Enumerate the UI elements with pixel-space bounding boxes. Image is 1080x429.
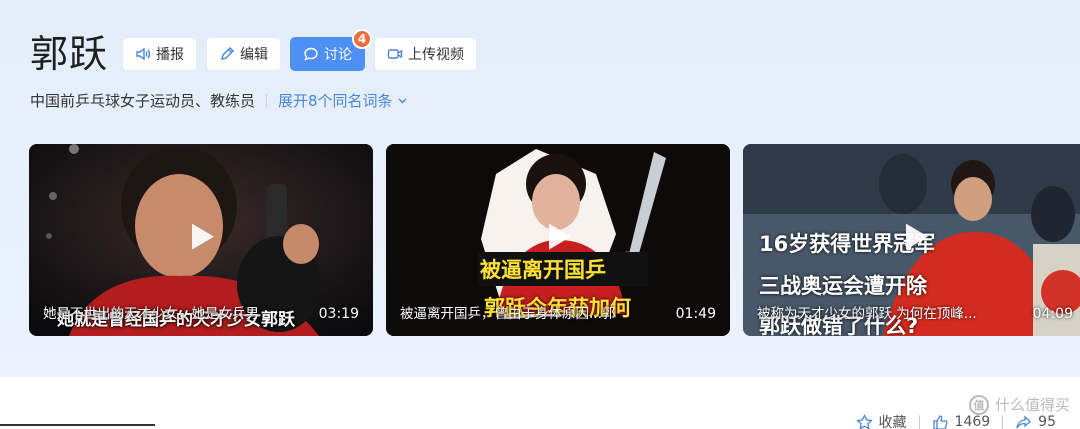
edit-button[interactable]: 编辑 — [206, 37, 282, 71]
video-camera-icon — [387, 49, 403, 59]
video-title-overlay-line2: 三战奥运会遭开除 — [759, 274, 927, 298]
video-duration: 01:49 — [675, 306, 716, 322]
speaker-icon — [136, 47, 151, 61]
play-icon[interactable] — [898, 220, 932, 254]
divider — [918, 415, 920, 429]
pencil-icon — [221, 47, 235, 60]
entry-actions: 收藏 1469 95 — [844, 412, 1056, 429]
video-caption: 被称为天才少女的郭跃 为何在顶峰... — [757, 306, 977, 322]
like-button[interactable]: 1469 — [932, 414, 991, 429]
entry-subtitle: 中国前乒乓球女子运动员、教练员 展开8个同名词条 — [30, 90, 408, 111]
divider — [1002, 415, 1004, 429]
chevron-down-icon — [398, 98, 407, 104]
video-duration: 04:09 — [1032, 306, 1073, 322]
like-count: 1469 — [954, 414, 991, 429]
favorite-button[interactable]: 收藏 — [855, 412, 907, 429]
divider — [266, 93, 268, 108]
expand-homonyms-label: 展开8个同名词条 — [278, 92, 393, 110]
discuss-button[interactable]: 讨论 4 — [290, 29, 373, 71]
entry-header: 郭跃 播报 编辑 讨论 4 上传视频 — [30, 29, 486, 76]
discuss-label: 讨论 — [324, 47, 353, 63]
play-icon[interactable] — [541, 220, 575, 254]
share-count: 95 — [1038, 414, 1056, 429]
share-icon — [1016, 415, 1032, 428]
expand-homonyms-link[interactable]: 展开8个同名词条 — [278, 90, 408, 111]
video-card[interactable]: 她就是曾经国乒的天才少女郭跃 她是不世出的天才少女，她是女乒男 03:19 — [29, 144, 373, 336]
favorite-label: 收藏 — [878, 415, 907, 429]
share-button[interactable]: 95 — [1015, 414, 1056, 429]
tab-underline — [0, 424, 155, 426]
video-card[interactable]: 16岁获得世界冠军 三战奥运会遭开除 郭跃做错了什么? 被称为天才少女的郭跃 为… — [743, 144, 1080, 336]
discuss-count-badge: 4 — [352, 29, 373, 49]
broadcast-button[interactable]: 播报 — [122, 37, 198, 71]
play-icon[interactable] — [184, 220, 218, 254]
video-caption: 她是不世出的天才少女，她是女乒男 — [43, 306, 259, 322]
entry-description: 中国前乒乓球女子运动员、教练员 — [30, 92, 256, 110]
chat-bubble-icon — [304, 47, 318, 61]
upload-video-label: 上传视频 — [408, 47, 465, 63]
video-duration: 03:19 — [318, 306, 359, 322]
video-title-overlay-top: 被逼离开国乒 — [480, 258, 606, 282]
broadcast-label: 播报 — [156, 47, 185, 63]
video-card[interactable]: 被逼离开国乒 郭跃今年获加何 被逼离开国乒，曾由于身体原因...郭 01:49 — [386, 144, 730, 336]
star-icon — [855, 413, 873, 429]
edit-label: 编辑 — [240, 47, 269, 63]
page-title: 郭跃 — [30, 32, 109, 76]
video-caption: 被逼离开国乒，曾由于身体原因...郭 — [400, 306, 616, 322]
upload-video-button[interactable]: 上传视频 — [374, 37, 478, 71]
thumbs-up-icon — [932, 414, 948, 429]
